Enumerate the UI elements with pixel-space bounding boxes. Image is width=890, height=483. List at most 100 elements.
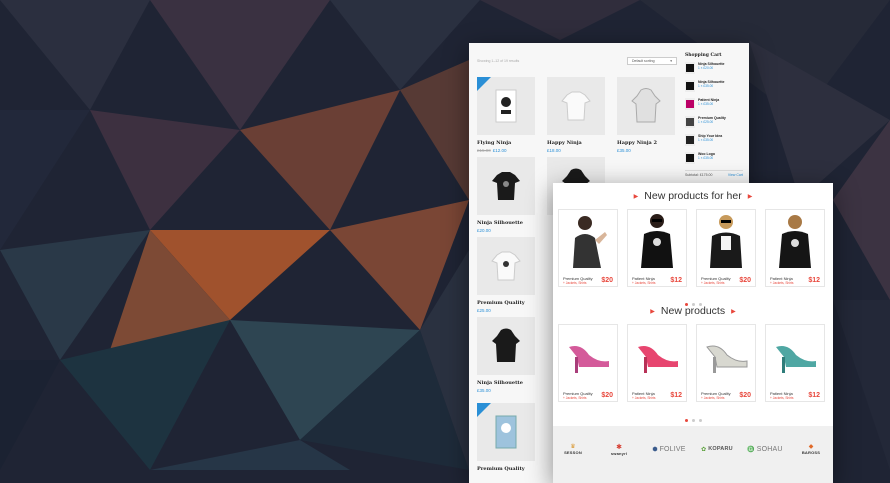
- cart-item-price: 1 × £35.00: [698, 102, 714, 106]
- product-image[interactable]: [477, 77, 535, 135]
- product-card[interactable]: Premium Quality + Jackets, Shirts $20: [696, 209, 756, 287]
- cart-item-price: 1 × £35.00: [698, 138, 714, 142]
- product-category-link[interactable]: + Jackets, Shirts: [632, 396, 655, 400]
- brand-logo[interactable]: ♛ SESSON: [555, 438, 591, 460]
- product-card[interactable]: Ninja Silhouette £20.00: [477, 157, 535, 233]
- product-card[interactable]: Patient Ninja + Jackets, Shirts $12: [627, 209, 687, 287]
- brand-logo[interactable]: ✿ KOPARU: [698, 438, 736, 460]
- shopping-cart-widget: Shopping Cart Ninja Silhouette 1 × £20.00…: [685, 53, 743, 177]
- star-icon: ✱: [616, 443, 622, 451]
- sort-dropdown[interactable]: Default sorting ▾: [627, 57, 677, 65]
- product-card[interactable]: Flying Ninja £15.00 £12.00: [477, 77, 535, 153]
- product-category-link[interactable]: + Jackets, Shirts: [563, 396, 586, 400]
- product-price: £35.00: [617, 148, 631, 153]
- product-card[interactable]: Happy Ninja 2 £35.00: [617, 77, 675, 153]
- cart-item-price: 1 × £20.00: [698, 66, 714, 70]
- product-card[interactable]: Premium Quality + Jackets, Shirts $20: [696, 324, 756, 402]
- product-card[interactable]: Patient Ninja + Jackets, Shirts $12: [627, 324, 687, 402]
- product-price: $20: [601, 277, 613, 284]
- product-image[interactable]: [766, 210, 824, 268]
- product-image[interactable]: [547, 77, 605, 135]
- product-image[interactable]: [617, 77, 675, 135]
- gem-icon: ◆: [808, 444, 814, 450]
- product-price: £25.00: [477, 308, 491, 313]
- product-name[interactable]: Happy Ninja 2: [617, 140, 675, 146]
- cart-item[interactable]: Ship Your Idea 1 × £35.00: [685, 134, 743, 148]
- storefront-preview: ▶ New products for her ▶ Premium Quality +…: [553, 183, 833, 483]
- product-card[interactable]: Premium Quality £25.00: [477, 237, 535, 313]
- carousel-dot[interactable]: [684, 419, 688, 422]
- product-price: $12: [808, 277, 820, 284]
- brand-logo[interactable]: ⬢ FOLIVE: [649, 438, 689, 460]
- product-price: $20: [739, 277, 751, 284]
- product-name[interactable]: Premium Quality: [477, 466, 535, 472]
- product-card[interactable]: Patient Ninja + Jackets, Shirts $12: [765, 324, 825, 402]
- sort-label: Default sorting: [632, 59, 655, 63]
- brand-logo[interactable]: ◆ BAROSS: [793, 438, 829, 460]
- product-image[interactable]: [697, 210, 755, 268]
- product-card[interactable]: Ninja Silhouette £35.00: [477, 317, 535, 393]
- product-category-link[interactable]: + Jackets, Shirts: [770, 281, 793, 285]
- view-cart-link[interactable]: View Cart: [728, 173, 743, 177]
- product-price: £20.00: [477, 228, 491, 233]
- sale-badge: [477, 403, 491, 417]
- cart-item[interactable]: Ninja Silhouette 1 × £35.00: [685, 80, 743, 94]
- cart-item[interactable]: Premium Quality 1 × £25.00: [685, 116, 743, 130]
- product-category-link[interactable]: + Jackets, Shirts: [701, 396, 724, 400]
- triangle-right-icon: ▶: [633, 193, 639, 200]
- product-image[interactable]: [697, 325, 755, 383]
- brand-logo[interactable]: ✱ swanyrl: [601, 438, 637, 460]
- cart-item-thumb: [685, 134, 695, 146]
- product-category-link[interactable]: + Jackets, Shirts: [770, 396, 793, 400]
- product-card[interactable]: Premium Quality + Jackets, Shirts $20: [558, 209, 618, 287]
- product-image[interactable]: [628, 210, 686, 268]
- product-name[interactable]: Flying Ninja: [477, 140, 535, 146]
- product-image[interactable]: [559, 210, 617, 268]
- flower-icon: ✿: [701, 446, 707, 453]
- product-name[interactable]: Happy Ninja: [547, 140, 605, 146]
- carousel-pagination: [553, 293, 833, 306]
- product-image[interactable]: [559, 325, 617, 383]
- product-card[interactable]: Premium Quality: [477, 403, 535, 472]
- brand-logo-strip: ♛ SESSON ✱ swanyrl ⬢ FOLIVE ✿ KOPARU ♎ S…: [553, 426, 833, 483]
- cart-item-price: 1 × £35.00: [698, 156, 714, 160]
- product-card[interactable]: Premium Quality + Jackets, Shirts $20: [558, 324, 618, 402]
- triangle-right-icon: ▶: [650, 308, 655, 315]
- product-category-link[interactable]: + Jackets, Shirts: [701, 281, 724, 285]
- carousel-pagination: [553, 409, 833, 422]
- product-price: $20: [739, 392, 751, 399]
- product-card[interactable]: Happy Ninja £18.00: [547, 77, 605, 153]
- section-title-new: ▶ New products ▶: [650, 305, 736, 317]
- cart-subtotal-label: Subtotal: £175.00: [685, 173, 713, 177]
- carousel-dot[interactable]: [691, 419, 695, 422]
- cart-item-thumb: [685, 80, 695, 92]
- product-name[interactable]: Ninja Silhouette: [477, 380, 535, 386]
- catalog-toolbar: Showing 1–12 of 19 results Default sorti…: [477, 53, 677, 69]
- cart-item[interactable]: Patient Ninja 1 × £35.00: [685, 98, 743, 112]
- product-price: £15.00 £12.00: [477, 148, 507, 153]
- product-image[interactable]: [477, 317, 535, 375]
- sale-badge: [477, 77, 491, 91]
- product-image[interactable]: [766, 325, 824, 383]
- product-image[interactable]: [477, 403, 535, 461]
- product-image[interactable]: [477, 157, 535, 215]
- section-title-her: ▶ New products for her ▶: [633, 190, 753, 202]
- product-category-link[interactable]: + Jackets, Shirts: [632, 281, 655, 285]
- product-price: £35.00: [477, 388, 491, 393]
- product-price: £18.00: [547, 148, 561, 153]
- cart-item[interactable]: Ninja Silhouette 1 × £20.00: [685, 62, 743, 76]
- carousel-dot[interactable]: [698, 419, 702, 422]
- product-image[interactable]: [477, 237, 535, 295]
- product-category-link[interactable]: + Jackets, Shirts: [563, 281, 586, 285]
- product-name[interactable]: Premium Quality: [477, 300, 535, 306]
- brand-logo[interactable]: ♎ SOHAU: [745, 438, 785, 460]
- cart-item-thumb: [685, 98, 695, 110]
- result-count: Showing 1–12 of 19 results: [477, 59, 520, 63]
- triangle-right-icon: ▶: [747, 193, 753, 200]
- product-name[interactable]: Ninja Silhouette: [477, 220, 535, 226]
- cart-item[interactable]: Woo Logo 1 × £35.00: [685, 152, 743, 166]
- product-price: $12: [670, 392, 682, 399]
- chevron-down-icon: ▾: [670, 59, 672, 63]
- product-image[interactable]: [628, 325, 686, 383]
- product-card[interactable]: Patient Ninja + Jackets, Shirts $12: [765, 209, 825, 287]
